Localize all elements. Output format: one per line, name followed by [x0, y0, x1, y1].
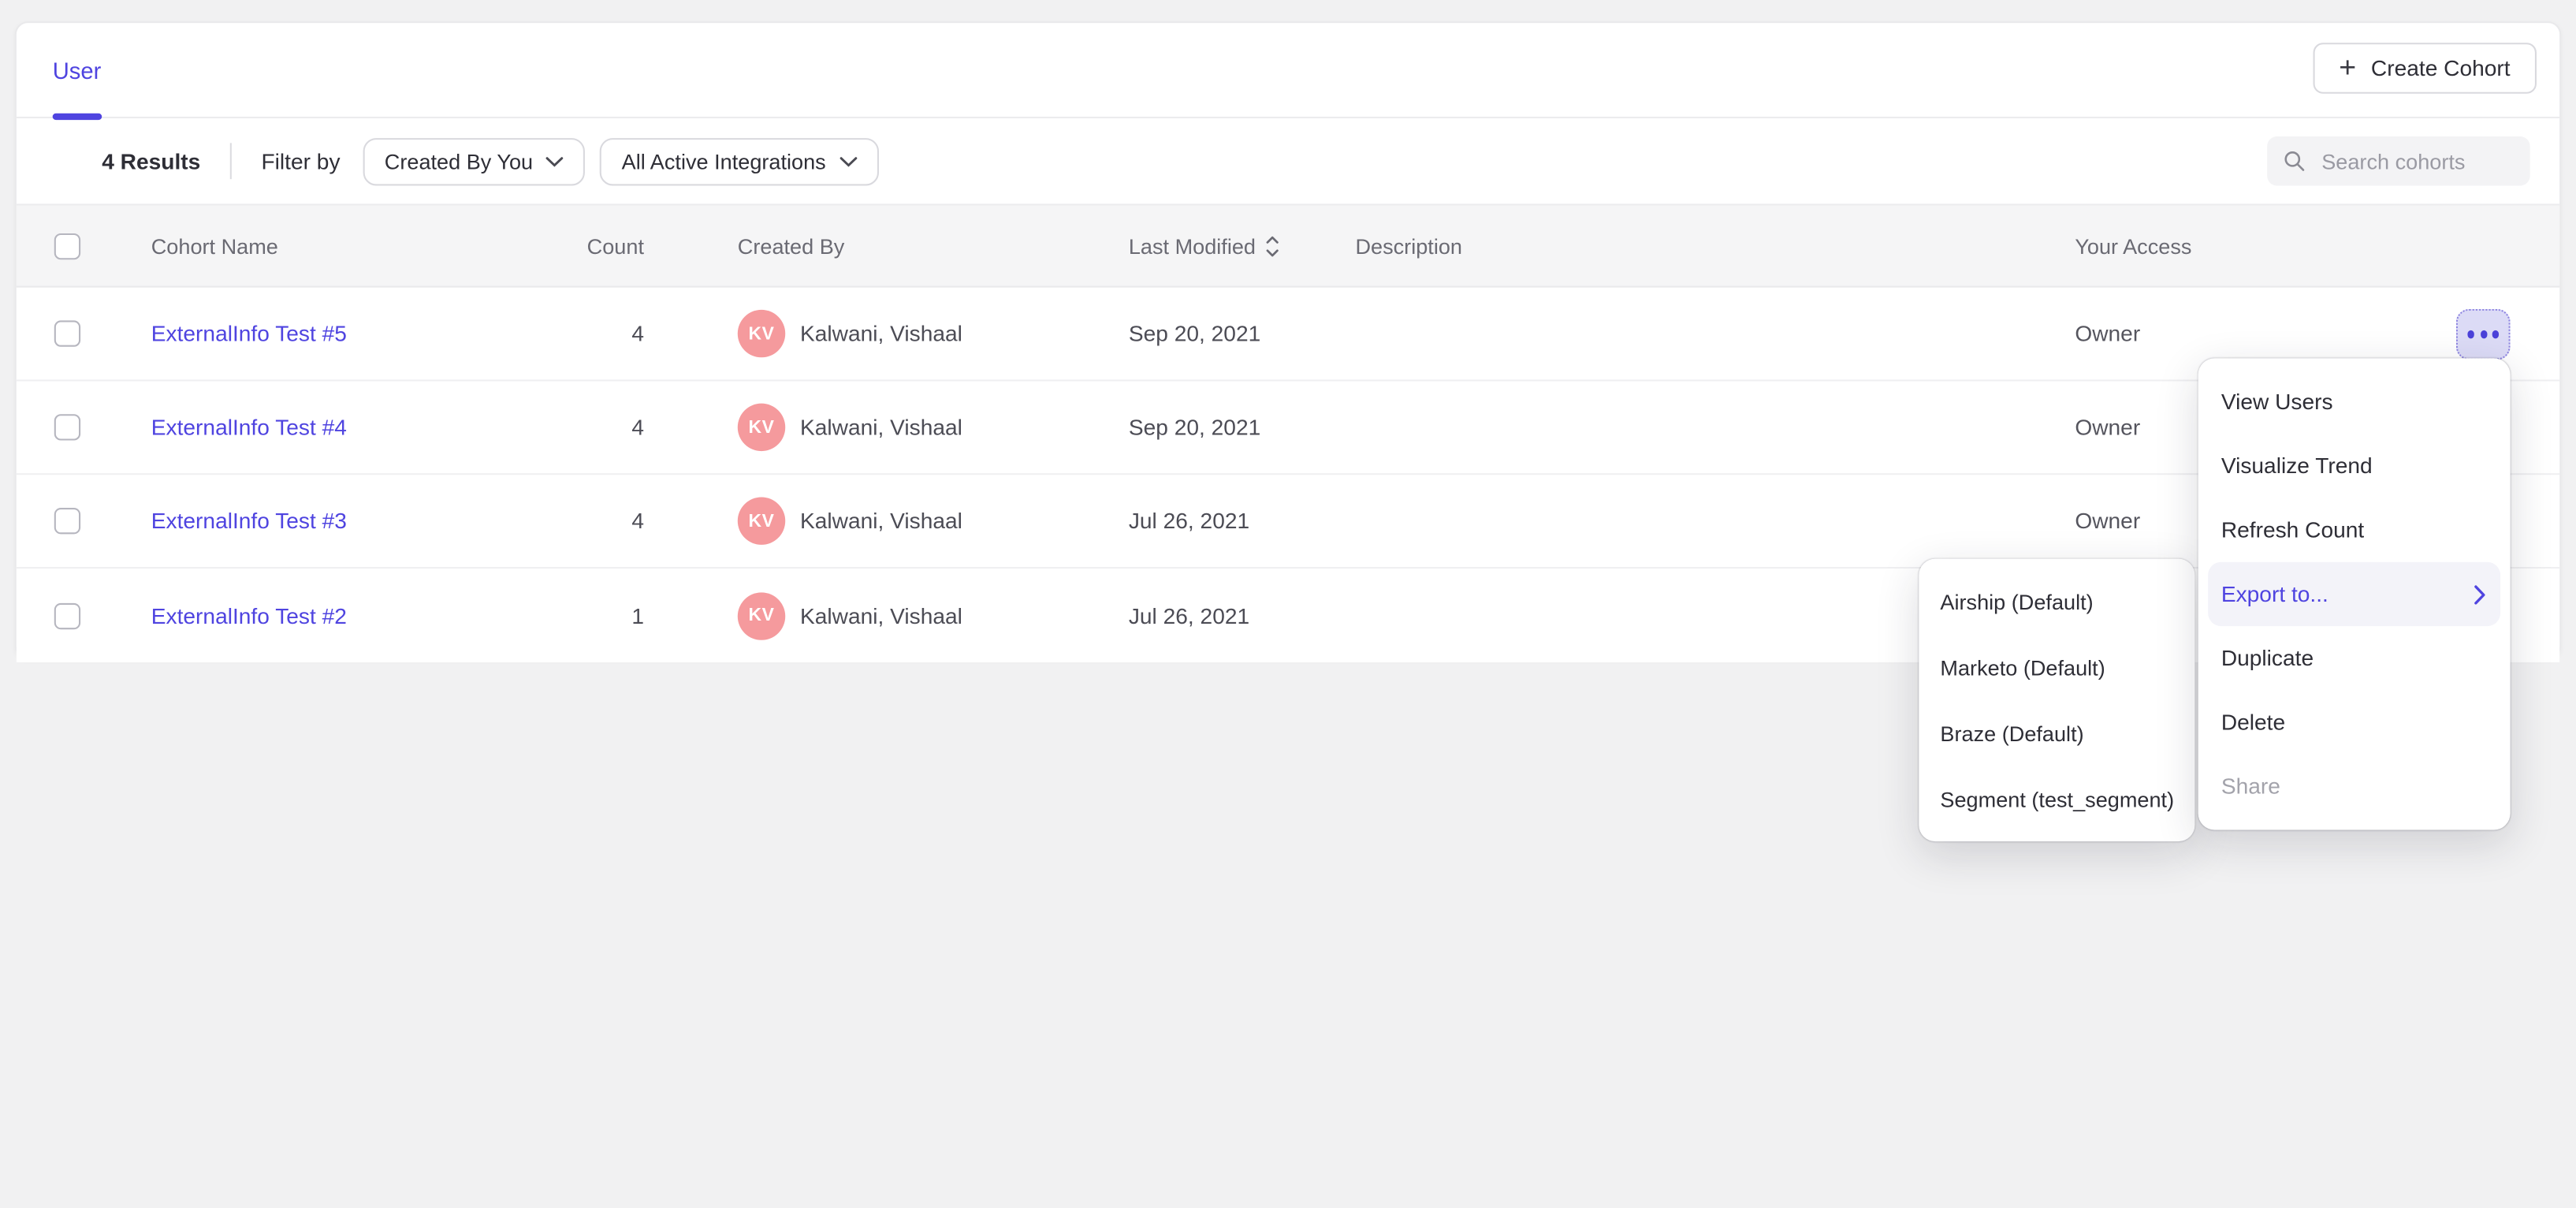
last-modified-date: Sep 20, 2021: [1129, 321, 1260, 345]
menu-item-visualize-trend[interactable]: Visualize Trend: [2198, 434, 2511, 498]
your-access-value: Owner: [2075, 321, 2140, 345]
column-header-last-modified[interactable]: Last Modified: [1129, 233, 1280, 258]
avatar: KV: [738, 591, 785, 639]
integrations-filter-dropdown[interactable]: All Active Integrations: [601, 137, 879, 185]
created-by-name: Kalwani, Vishaal: [800, 415, 962, 439]
table-header: Cohort Name Count Created By Last Modifi…: [17, 203, 2559, 287]
column-header-your-access: Your Access: [2075, 233, 2191, 258]
last-modified-date: Jul 26, 2021: [1129, 509, 1249, 533]
submenu-item-airship[interactable]: Airship (Default): [1919, 569, 2194, 634]
search-box: [2267, 136, 2529, 186]
integrations-filter-label: All Active Integrations: [622, 149, 826, 173]
submenu-item-segment[interactable]: Segment (test_segment): [1919, 766, 2194, 831]
avatar: KV: [738, 310, 785, 357]
submenu-item-marketo[interactable]: Marketo (Default): [1919, 634, 2194, 699]
column-header-count: Count: [509, 233, 644, 258]
toolbar: 4 Results Filter by Created By You All A…: [17, 118, 2559, 203]
search-icon: [2284, 148, 2305, 174]
chevron-down-icon: [839, 155, 857, 167]
table-row[interactable]: ExternalInfo Test #4 4 KV Kalwani, Visha…: [17, 382, 2559, 475]
row-checkbox[interactable]: [54, 508, 80, 534]
row-checkbox[interactable]: [54, 414, 80, 440]
dot: [2467, 330, 2474, 337]
created-by-name: Kalwani, Vishaal: [800, 509, 962, 533]
tab-user[interactable]: User: [53, 23, 102, 117]
row-actions-button[interactable]: [2456, 309, 2511, 360]
filter-by-label: Filter by: [261, 149, 340, 173]
row-actions-menu: View Users Visualize Trend Refresh Count…: [2198, 358, 2511, 830]
table-row[interactable]: ExternalInfo Test #5 4 KV Kalwani, Visha…: [17, 288, 2559, 382]
export-to-label: Export to...: [2221, 582, 2328, 606]
cohorts-page: User + Create Cohort 4 Results Filter by…: [0, 0, 2576, 1208]
plus-icon: +: [2339, 52, 2356, 82]
cohort-count: 1: [509, 603, 644, 628]
column-header-created-by: Created By: [738, 233, 845, 258]
search-cohorts-input[interactable]: [2318, 147, 2514, 175]
created-by-filter-dropdown[interactable]: Created By You: [363, 137, 586, 185]
create-cohort-button[interactable]: + Create Cohort: [2313, 43, 2537, 94]
export-submenu: Airship (Default) Marketo (Default) Braz…: [1919, 559, 2194, 841]
cohort-name-link[interactable]: ExternalInfo Test #4: [151, 415, 347, 439]
chevron-down-icon: [546, 155, 564, 167]
cohort-count: 4: [509, 509, 644, 533]
menu-item-view-users[interactable]: View Users: [2198, 370, 2511, 434]
select-all-checkbox[interactable]: [54, 233, 80, 259]
chevron-right-icon: [2474, 584, 2486, 604]
last-modified-label: Last Modified: [1129, 233, 1256, 258]
created-by-name: Kalwani, Vishaal: [800, 603, 962, 628]
toolbar-divider: [230, 143, 232, 179]
cohort-count: 4: [509, 415, 644, 439]
last-modified-date: Jul 26, 2021: [1129, 603, 1249, 628]
cohort-count: 4: [509, 321, 644, 345]
avatar: KV: [738, 497, 785, 544]
dot: [2480, 330, 2486, 337]
table-row[interactable]: ExternalInfo Test #3 4 KV Kalwani, Visha…: [17, 475, 2559, 569]
cohort-name-link[interactable]: ExternalInfo Test #3: [151, 509, 347, 533]
column-header-description: Description: [1355, 233, 1462, 258]
menu-item-refresh-count[interactable]: Refresh Count: [2198, 498, 2511, 562]
row-checkbox[interactable]: [54, 602, 80, 628]
submenu-item-braze[interactable]: Braze (Default): [1919, 700, 2194, 766]
created-by-filter-label: Created By You: [385, 149, 533, 173]
sort-icon: [1266, 233, 1281, 258]
menu-item-share: Share: [2198, 755, 2511, 818]
row-checkbox[interactable]: [54, 320, 80, 346]
last-modified-date: Sep 20, 2021: [1129, 415, 1260, 439]
cohort-name-link[interactable]: ExternalInfo Test #2: [151, 603, 347, 628]
created-by-name: Kalwani, Vishaal: [800, 321, 962, 345]
tab-user-label: User: [53, 57, 102, 83]
cohort-name-link[interactable]: ExternalInfo Test #5: [151, 321, 347, 345]
avatar: KV: [738, 404, 785, 451]
your-access-value: Owner: [2075, 509, 2140, 533]
menu-item-duplicate[interactable]: Duplicate: [2198, 626, 2511, 690]
dot: [2492, 330, 2499, 337]
create-cohort-label: Create Cohort: [2371, 56, 2511, 80]
column-header-cohort-name: Cohort Name: [151, 233, 278, 258]
your-access-value: Owner: [2075, 415, 2140, 439]
tab-bar: User + Create Cohort: [17, 23, 2559, 118]
menu-item-export-to[interactable]: Export to...: [2208, 562, 2500, 626]
menu-item-delete[interactable]: Delete: [2198, 690, 2511, 754]
results-count: 4 Results: [102, 149, 200, 173]
